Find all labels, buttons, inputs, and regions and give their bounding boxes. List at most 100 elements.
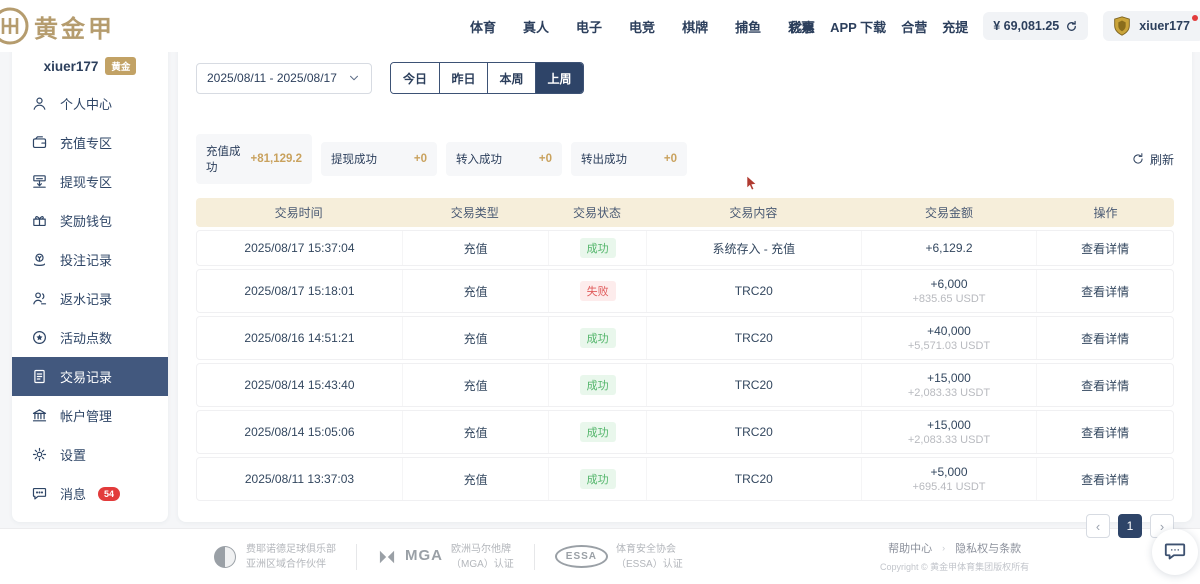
prev-page-button[interactable]: ‹ [1086,514,1110,538]
status-badge: 成功 [580,238,616,258]
cell-time: 2025/08/14 15:05:06 [197,411,402,453]
wallet-icon [31,134,48,151]
sidebar-item-deposit-zone[interactable]: 充值专区 [12,123,168,162]
sidebar-item-label: 返水记录 [60,289,112,308]
sidebar-item-transaction-records[interactable]: 交易记录 [12,357,168,396]
cell-content: TRC20 [646,317,861,359]
sidebar-item-label: 奖励钱包 [60,211,112,230]
cell-type: 充值 [402,270,548,312]
sidebar-item-label: 帐户管理 [60,406,112,425]
notification-dot [1192,15,1198,21]
status-badge: 成功 [580,469,616,489]
cell-time: 2025/08/14 15:43:40 [197,364,402,406]
top-right: 优惠 APP 下载 合营 充提 ¥ 69,081.25 xiuer177 [789,11,1200,41]
cell-time: 2025/08/16 14:51:21 [197,317,402,359]
cell-status: 成功 [548,231,646,265]
customer-service-button[interactable] [1152,529,1198,575]
cell-status: 成功 [548,411,646,453]
tab-today[interactable]: 今日 [391,63,439,93]
sidebar-item-betting-records[interactable]: 投注记录 [12,240,168,279]
page-1-button[interactable]: 1 [1118,514,1142,538]
promo-link[interactable]: 优惠 [789,17,815,36]
vip-shield-icon [1111,15,1133,37]
sidebar-item-personal-center[interactable]: 个人中心 [12,84,168,123]
col-type: 交易类型 [401,204,548,221]
col-amount: 交易金额 [861,204,1037,221]
sidebar-item-rebate-records[interactable]: 返水记录 [12,279,168,318]
view-details-link[interactable]: 查看详情 [1081,471,1129,488]
tab-yesterday[interactable]: 昨日 [439,63,487,93]
transactions-doc-icon [31,368,48,385]
message-icon [31,485,48,502]
sidebar-item-label: 活动点数 [60,328,112,347]
user-icon [31,95,48,112]
sidebar-item-withdrawal-zone[interactable]: 提现专区 [12,162,168,201]
nav-chess-cards[interactable]: 棋牌 [682,17,708,36]
partnership-link[interactable]: 合营 [901,17,927,36]
stat-label: 提现成功 [331,151,377,167]
cell-content: TRC20 [646,458,861,500]
cell-amount: +6,000+835.65 USDT [861,270,1037,312]
sidebar-item-label: 提现专区 [60,172,112,191]
divider [534,544,535,570]
divider [356,544,357,570]
logo-emblem-icon [0,4,32,48]
chevron-right-icon: › [942,543,945,553]
stat-deposit-success: 充值成功 +81,129.2 [196,134,312,184]
privacy-terms-link[interactable]: 隐私权与条款 [955,540,1021,556]
top-bar: 黄金甲 体育 真人 电子 电竞 棋牌 捕鱼 彩票 优惠 APP 下载 合营 充提… [0,0,1200,52]
pagination: ‹ 1 › [196,514,1174,538]
balance-pill[interactable]: ¥ 69,081.25 [983,12,1088,40]
view-details-link[interactable]: 查看详情 [1081,330,1129,347]
view-details-link[interactable]: 查看详情 [1081,283,1129,300]
col-content: 交易内容 [646,204,861,221]
user-menu[interactable]: xiuer177 [1103,11,1200,41]
view-details-link[interactable]: 查看详情 [1081,240,1129,257]
table-row: 2025/08/14 15:43:40 充值 成功 TRC20 +15,000+… [196,363,1174,407]
nav-sports[interactable]: 体育 [470,17,496,36]
cell-type: 充值 [402,458,548,500]
view-details-link[interactable]: 查看详情 [1081,377,1129,394]
sidebar-item-reward-wallet[interactable]: 奖励钱包 [12,201,168,240]
filters-row: 2025/08/11 - 2025/08/17 今日 昨日 本周 上周 [196,62,1174,94]
site-logo[interactable]: 黄金甲 [0,4,115,48]
chat-bubble-icon [1162,539,1188,565]
points-star-icon [31,329,48,346]
cell-amount: +6,129.2 [861,231,1037,265]
tab-this-week[interactable]: 本周 [487,63,535,93]
nav-live-casino[interactable]: 真人 [523,17,549,36]
stat-value: +0 [664,153,677,165]
nav-esports[interactable]: 电竞 [629,17,655,36]
nav-slots[interactable]: 电子 [576,17,602,36]
col-action: 操作 [1037,204,1174,221]
cert-essa: ESSA 体育安全协会（ESSA）认证 [555,542,683,572]
logo-text: 黄金甲 [34,9,115,44]
rebate-icon [31,290,48,307]
sidebar-item-messages[interactable]: 消息 54 [12,474,168,513]
sidebar-item-account-management[interactable]: 帐户管理 [12,396,168,435]
amount-usdt: +5,571.03 USDT [908,340,990,352]
nav-fishing[interactable]: 捕鱼 [735,17,761,36]
feyenoord-logo-icon [212,544,238,570]
cell-status: 成功 [548,317,646,359]
date-range-picker[interactable]: 2025/08/11 - 2025/08/17 [196,63,372,94]
main-nav: 体育 真人 电子 电竞 棋牌 捕鱼 彩票 [470,17,814,36]
deposit-withdraw-link[interactable]: 充提 [942,17,968,36]
gear-icon [31,446,48,463]
sidebar-item-settings[interactable]: 设置 [12,435,168,474]
cell-status: 失败 [548,270,646,312]
cell-amount: +40,000+5,571.03 USDT [861,317,1037,359]
col-time: 交易时间 [196,204,401,221]
transaction-records-panel: 2025/08/11 - 2025/08/17 今日 昨日 本周 上周 充值成功… [178,44,1192,522]
app-download-link[interactable]: APP 下载 [830,17,886,36]
refresh-button[interactable]: 刷新 [1131,151,1174,168]
sidebar-item-activity-points[interactable]: 活动点数 [12,318,168,357]
help-center-link[interactable]: 帮助中心 [888,540,932,556]
cell-action: 查看详情 [1036,231,1173,265]
stat-transfer-out-success: 转出成功 +0 [571,142,687,176]
chevron-down-icon [347,71,361,85]
tab-last-week[interactable]: 上周 [535,63,583,93]
cell-action: 查看详情 [1036,317,1173,359]
view-details-link[interactable]: 查看详情 [1081,424,1129,441]
mga-logo-icon [377,547,397,567]
